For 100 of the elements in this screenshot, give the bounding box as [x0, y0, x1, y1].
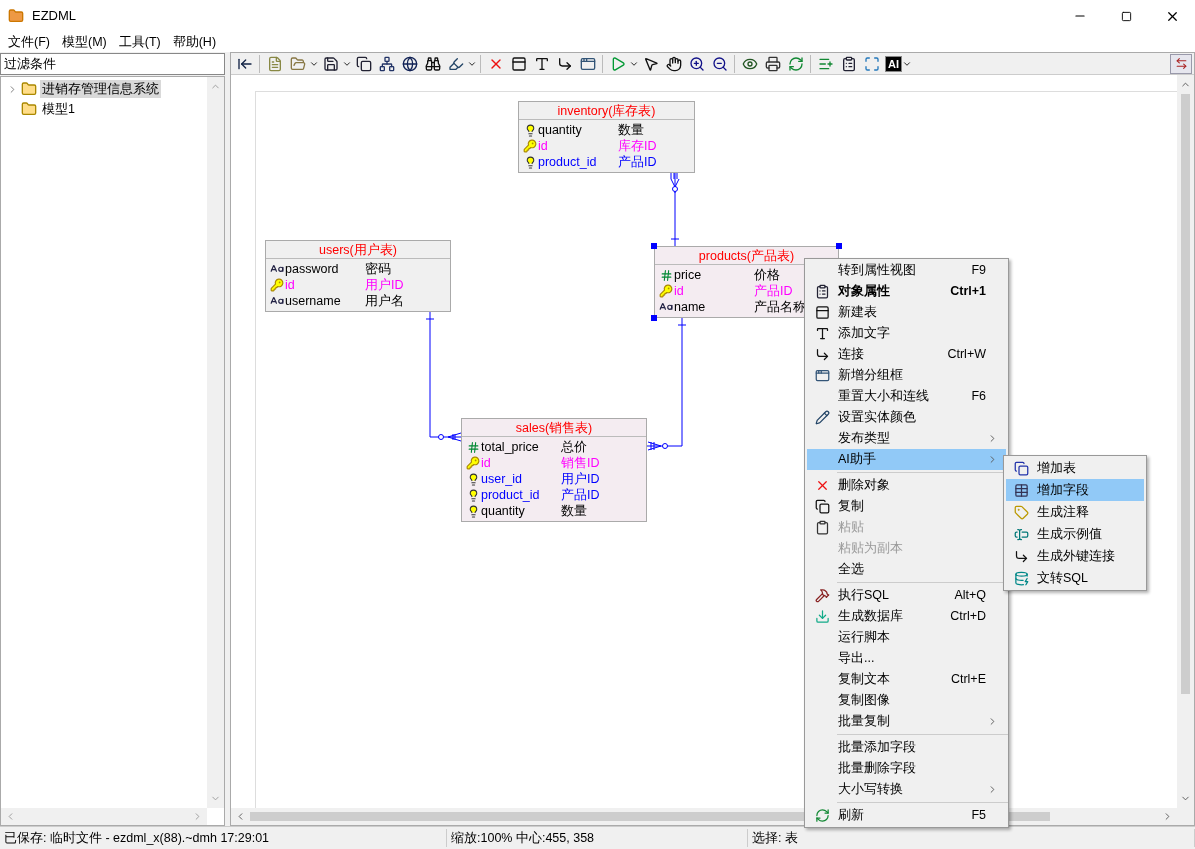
field-comment: 产品ID — [754, 283, 793, 299]
field-comment: 用户ID — [365, 277, 404, 293]
filter-field[interactable]: 过滤条件 — [0, 53, 225, 75]
menu-item[interactable]: 生成示例值 — [1006, 523, 1144, 545]
swap-icon — [1174, 57, 1188, 70]
menu-item[interactable]: AI助手 — [807, 449, 1006, 470]
menu-item[interactable]: 批量添加字段 — [807, 737, 1006, 758]
menu-item[interactable]: 删除对象 — [807, 475, 1006, 496]
app-icon — [8, 8, 24, 24]
entity-table[interactable]: sales(销售表) total_price 总价 id 销售ID user_id 用户ID product_id 产品ID quantity 数量 — [461, 418, 647, 522]
menu-item[interactable]: 工具(T) — [112, 32, 167, 52]
database-icon — [1014, 570, 1029, 586]
tables-icon — [1014, 460, 1029, 476]
menu-item[interactable]: 增加表 — [1006, 457, 1144, 479]
menu-item[interactable]: 添加文字 — [807, 323, 1006, 344]
model-folder-icon — [21, 101, 37, 117]
field-name: user_id — [481, 471, 523, 487]
menu-item[interactable]: 模型(M) — [55, 32, 113, 52]
menu-item[interactable]: 大小写转换 — [807, 779, 1006, 800]
menu-item[interactable]: 生成注释 — [1006, 501, 1144, 523]
properties-icon — [815, 284, 830, 299]
menu-item[interactable]: 设置实体颜色 — [807, 407, 1006, 428]
table-icon — [815, 305, 830, 320]
menu-item[interactable]: 生成外键连接 — [1006, 545, 1144, 567]
menu-item[interactable]: 文件(F) — [2, 32, 56, 52]
selection-handle[interactable] — [651, 315, 657, 321]
menu-item[interactable]: 复制 — [807, 496, 1006, 517]
field-comment: 库存ID — [618, 138, 657, 154]
grid-icon — [1014, 482, 1029, 498]
menu-item[interactable]: 重置大小和连线 F6 — [807, 386, 1006, 407]
pencil-icon — [815, 410, 830, 425]
entity-title: inventory(库存表) — [519, 102, 694, 120]
field-comment: 用户ID — [561, 471, 600, 487]
entity-table[interactable]: users(用户表) password 密码 id 用户ID username 用户名 — [265, 240, 451, 312]
field-comment: 总价 — [561, 439, 587, 455]
relationship-line[interactable] — [646, 316, 687, 451]
entity-table[interactable]: inventory(库存表) quantity 数量 id 库存ID product_id 产品ID — [518, 101, 695, 173]
connector-icon — [1014, 548, 1029, 564]
field-name: total_price — [481, 439, 540, 455]
field-comment: 密码 — [365, 261, 391, 277]
field-name: product_id — [538, 154, 598, 170]
refresh-icon — [815, 808, 830, 823]
entity-title: users(用户表) — [266, 241, 450, 259]
field-comment: 价格 — [754, 267, 780, 283]
hash-icon — [466, 440, 480, 454]
field-comment: 数量 — [561, 503, 587, 519]
menu-item[interactable]: 批量删除字段 — [807, 758, 1006, 779]
field-name: username — [285, 293, 342, 309]
menu-item[interactable]: 导出... — [807, 648, 1006, 669]
selection-handle[interactable] — [651, 243, 657, 249]
field-name: name — [674, 299, 707, 315]
menu-item[interactable]: 复制图像 — [807, 690, 1006, 711]
hash-icon — [659, 268, 673, 282]
connector-icon — [815, 347, 830, 362]
selection-handle[interactable] — [836, 243, 842, 249]
ai-button[interactable]: AI — [885, 55, 902, 72]
menu-item[interactable]: 执行SQL Alt+Q — [807, 585, 1006, 606]
key-icon — [523, 139, 537, 153]
menu-item[interactable]: 复制文本 Ctrl+E — [807, 669, 1006, 690]
menu-item[interactable]: 刷新 F5 — [807, 805, 1006, 826]
paste-icon — [815, 520, 830, 535]
status-text: 已保存: 临时文件 - ezdml_x(88).~dmh 17:29:01 — [0, 828, 447, 848]
entity-title: sales(销售表) — [462, 419, 646, 437]
field-comment: 产品ID — [561, 487, 600, 503]
tree-item[interactable]: 进销存管理信息系统 — [40, 79, 161, 99]
delete-icon — [815, 478, 830, 493]
field-name: id — [481, 455, 492, 471]
menu-item[interactable]: 新增分组框 — [807, 365, 1006, 386]
relationship-line[interactable] — [425, 310, 462, 442]
model-folder-icon — [21, 81, 37, 97]
frame-icon — [815, 368, 830, 383]
menu-item[interactable]: 文转SQL — [1006, 567, 1144, 589]
menu-item[interactable]: 增加字段 — [1006, 479, 1144, 501]
menu-item[interactable]: 生成数据库 Ctrl+D — [807, 606, 1006, 627]
field-comment: 产品ID — [618, 154, 657, 170]
menu-item[interactable]: 发布类型 — [807, 428, 1006, 449]
status-text: 缩放:100% 中心:455, 358 — [447, 828, 748, 848]
key-icon — [466, 456, 480, 470]
tree-item[interactable]: 模型1 — [40, 99, 77, 119]
text-icon — [815, 326, 830, 341]
download-icon — [815, 609, 830, 624]
maximize-icon — [1120, 10, 1132, 22]
field-name: id — [538, 138, 549, 154]
relationship-line[interactable] — [670, 170, 680, 247]
layout-toggle-button[interactable] — [1170, 53, 1192, 74]
menu-item[interactable]: 连接 Ctrl+W — [807, 344, 1006, 365]
field-name: password — [285, 261, 340, 277]
menu-item[interactable]: 批量复制 — [807, 711, 1006, 732]
field-name: quantity — [481, 503, 526, 519]
copy-icon — [815, 499, 830, 514]
field-name: id — [285, 277, 296, 293]
menu-item[interactable]: 全选 — [807, 559, 1006, 580]
field-comment: 销售ID — [561, 455, 600, 471]
field-name: quantity — [538, 122, 583, 138]
field-comment: 数量 — [618, 122, 644, 138]
menu-item[interactable]: 运行脚本 — [807, 627, 1006, 648]
field-name: price — [674, 267, 703, 283]
text-field-icon — [1014, 526, 1029, 542]
menu-item[interactable]: 帮助(H) — [166, 32, 223, 52]
field-name: product_id — [481, 487, 541, 503]
